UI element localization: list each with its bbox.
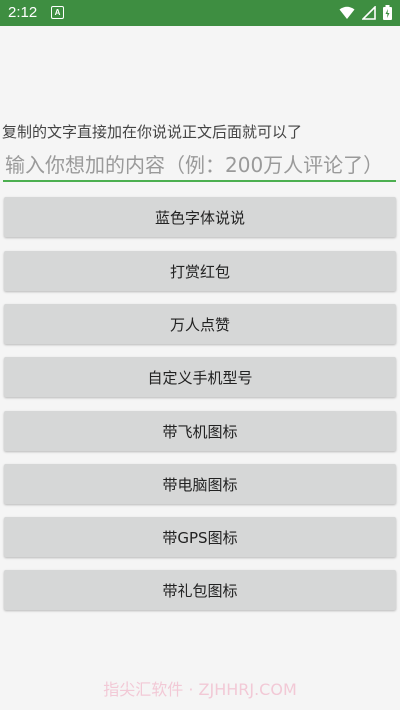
status-icons xyxy=(339,5,392,24)
computer-icon-button[interactable]: 带电脑图标 xyxy=(4,464,396,504)
status-bar: 2:12 A xyxy=(0,0,400,26)
content-input-wrapper xyxy=(3,150,398,182)
status-time: 2:12 xyxy=(8,4,38,21)
blue-font-button[interactable]: 蓝色字体说说 xyxy=(4,197,396,237)
notification-icon: A xyxy=(51,6,64,19)
wifi-icon xyxy=(339,5,355,24)
ten-thousand-likes-button[interactable]: 万人点赞 xyxy=(4,304,396,344)
gift-icon-button[interactable]: 带礼包图标 xyxy=(4,570,396,610)
custom-phone-model-button[interactable]: 自定义手机型号 xyxy=(4,357,396,397)
instruction-text: 复制的文字直接加在你说说正文后面就可以了 xyxy=(2,123,303,141)
content-input[interactable] xyxy=(3,150,398,180)
airplane-icon-button[interactable]: 带飞机图标 xyxy=(4,411,396,451)
signal-icon xyxy=(361,5,376,24)
gps-icon-button[interactable]: 带GPS图标 xyxy=(4,517,396,557)
reward-red-packet-button[interactable]: 打赏红包 xyxy=(4,251,396,291)
watermark: 指尖汇软件 · ZJHHRJ.COM xyxy=(103,680,297,699)
battery-charging-icon xyxy=(383,5,392,24)
